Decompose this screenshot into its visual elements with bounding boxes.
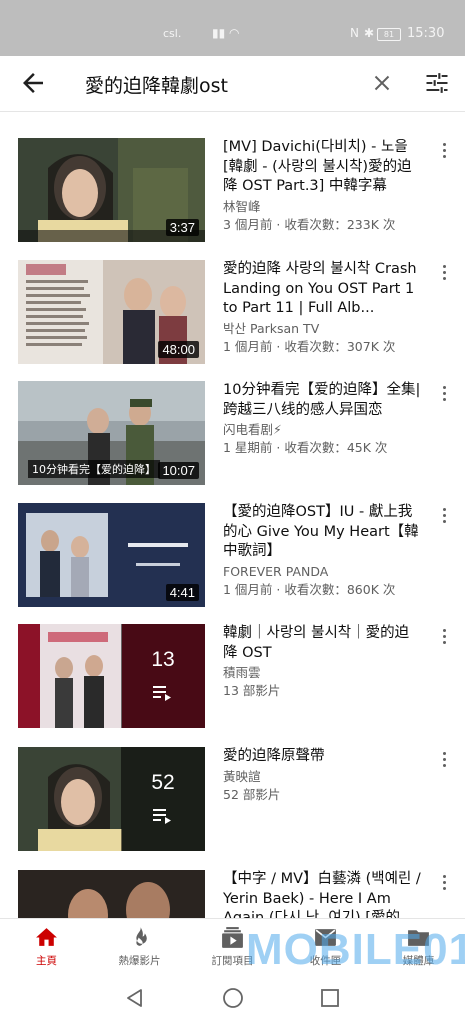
- flame-icon: [136, 927, 147, 946]
- video-result[interactable]: 3:37 [MV] Davichi(다비치) - 노을 [韓劇 - (사랑의 불…: [0, 138, 465, 250]
- playlist-icon: [153, 809, 171, 824]
- video-thumbnail[interactable]: 3:37: [18, 138, 205, 242]
- playlist-count-overlay: 13: [121, 624, 205, 728]
- channel-name[interactable]: 박산 Parksan TV: [223, 320, 423, 338]
- playlist-info: 韓劇｜사랑의 불시착｜愛的迫降 OST 積雨雲 13 部影片: [223, 624, 423, 700]
- video-meta: 1 星期前 · 收看次數：45K 次: [223, 440, 388, 455]
- triangle-back-icon: [127, 989, 142, 1007]
- playlist-count: 13: [151, 648, 175, 671]
- playlist-meta: 52 部影片: [223, 786, 281, 802]
- square-recents-icon: [321, 989, 339, 1007]
- more-options-button[interactable]: [437, 262, 451, 284]
- search-filters-button[interactable]: [423, 69, 451, 97]
- nav-label: 熱爆影片: [118, 955, 161, 967]
- video-duration: 10:07: [158, 462, 199, 479]
- video-title[interactable]: 10分钟看完【爱的迫降】全集|跨越三八线的感人异国恋: [223, 381, 423, 420]
- playlist-result[interactable]: 13 韓劇｜사랑의 불시착｜愛的迫降 OST 積雨雲 13 部影片: [0, 624, 465, 736]
- nav-trending[interactable]: 熱爆影片: [93, 919, 186, 973]
- video-result[interactable]: 48:00 愛的迫降 사랑의 불시착 Crash Landing on You …: [0, 260, 465, 372]
- video-result[interactable]: 【中字 / MV】白藝潾 (백예린 / Yerin Baek) - Here I…: [0, 870, 465, 918]
- channel-name[interactable]: 黃映諠: [223, 768, 423, 786]
- video-info: 【中字 / MV】白藝潾 (백예린 / Yerin Baek) - Here I…: [223, 870, 423, 918]
- back-button[interactable]: [18, 68, 48, 98]
- carrier-label: csl.: [163, 27, 182, 40]
- playlist-meta: 13 部影片: [223, 683, 281, 698]
- video-info: 愛的迫降 사랑의 불시착 Crash Landing on You OST Pa…: [223, 260, 423, 356]
- video-title[interactable]: [MV] Davichi(다비치) - 노을 [韓劇 - (사랑의 불시착)愛的…: [223, 138, 423, 197]
- bottom-navigation: 主頁 熱爆影片 訂閱項目 收件匣 媒體庫: [0, 918, 465, 973]
- search-header: 愛的迫降韓劇ost: [0, 56, 465, 112]
- playlist-result[interactable]: 52 愛的迫降原聲帶 黃映諠 52 部影片: [0, 747, 465, 859]
- wifi-icon: ◠: [229, 26, 240, 40]
- system-navigation-bar: [0, 972, 465, 1024]
- nav-subscriptions[interactable]: 訂閱項目: [186, 919, 279, 973]
- nav-library[interactable]: 媒體庫: [372, 919, 465, 973]
- video-duration: 48:00: [158, 341, 199, 358]
- clear-search-button[interactable]: [369, 70, 395, 96]
- playlist-thumbnail[interactable]: 52: [18, 747, 205, 851]
- playlist-count-overlay: 52: [121, 747, 205, 851]
- library-icon: [408, 930, 429, 946]
- nav-label: 訂閱項目: [211, 955, 254, 967]
- video-duration: 4:41: [165, 584, 199, 601]
- playlist-title[interactable]: 愛的迫降原聲帶: [223, 747, 423, 767]
- more-options-button[interactable]: [437, 140, 451, 162]
- video-thumbnail[interactable]: 48:00: [18, 260, 205, 364]
- video-meta: 3 個月前 · 收看次數：233K 次: [223, 216, 396, 232]
- search-query[interactable]: 愛的迫降韓劇ost: [85, 71, 228, 98]
- video-title[interactable]: 【愛的迫降OST】IU - 獻上我的心 Give You My Heart【韓中…: [223, 503, 423, 562]
- channel-name[interactable]: 林智峰: [223, 198, 423, 216]
- playlist-info: 愛的迫降原聲帶 黃映諠 52 部影片: [223, 747, 423, 804]
- inbox-icon: [315, 929, 336, 946]
- video-info: 10分钟看完【爱的迫降】全集|跨越三八线的感人异国恋 闪电看剧⚡ 1 星期前 ·…: [223, 381, 423, 457]
- video-info: 【愛的迫降OST】IU - 獻上我的心 Give You My Heart【韓中…: [223, 503, 423, 599]
- video-meta: 1 個月前 · 收看次數：307K 次: [223, 338, 396, 354]
- video-thumbnail[interactable]: [18, 870, 205, 918]
- nfc-icon: N: [350, 26, 359, 40]
- thumbnail-caption: 10分钟看完【爱的迫降】: [28, 460, 160, 478]
- video-thumbnail[interactable]: 4:41: [18, 503, 205, 607]
- more-options-button[interactable]: [437, 505, 451, 527]
- clock: 15:30: [407, 26, 445, 41]
- nav-label: 收件匣: [309, 955, 342, 967]
- thumbnail-image: [18, 870, 205, 918]
- bluetooth-icon: ✱: [364, 26, 375, 40]
- arrow-back-icon: [23, 73, 43, 93]
- system-recents-button[interactable]: [318, 986, 342, 1010]
- signal-icon: ▮▮: [212, 26, 226, 40]
- channel-name[interactable]: FOREVER PANDA: [223, 563, 423, 581]
- channel-name[interactable]: 積雨雲: [223, 664, 423, 682]
- video-thumbnail[interactable]: 10分钟看完【爱的迫降】 10:07: [18, 381, 205, 485]
- status-bar: csl. ▮▮ ◠ N ✱ 81 15:30: [0, 0, 465, 56]
- nav-inbox[interactable]: 收件匣: [279, 919, 372, 973]
- search-results: 3:37 [MV] Davichi(다비치) - 노을 [韓劇 - (사랑의 불…: [0, 112, 465, 918]
- video-info: [MV] Davichi(다비치) - 노을 [韓劇 - (사랑의 불시착)愛的…: [223, 138, 423, 234]
- home-icon: [36, 928, 57, 946]
- video-title[interactable]: 【中字 / MV】白藝潾 (백예린 / Yerin Baek) - Here I…: [223, 870, 423, 918]
- more-options-button[interactable]: [437, 872, 451, 894]
- system-back-button[interactable]: [123, 986, 147, 1010]
- more-options-button[interactable]: [437, 626, 451, 648]
- video-title[interactable]: 愛的迫降 사랑의 불시착 Crash Landing on You OST Pa…: [223, 260, 423, 319]
- battery-icon: 81: [377, 28, 401, 41]
- circle-home-icon: [223, 988, 243, 1008]
- video-result[interactable]: 4:41 【愛的迫降OST】IU - 獻上我的心 Give You My Hea…: [0, 503, 465, 615]
- playlist-title[interactable]: 韓劇｜사랑의 불시착｜愛的迫降 OST: [223, 624, 423, 663]
- video-meta: 1 個月前 · 收看次數：860K 次: [223, 581, 396, 597]
- nav-home[interactable]: 主頁: [0, 919, 93, 973]
- more-options-button[interactable]: [437, 749, 451, 771]
- nav-label: 媒體庫: [402, 955, 435, 967]
- video-result[interactable]: 10分钟看完【爱的迫降】 10:07 10分钟看完【爱的迫降】全集|跨越三八线的…: [0, 381, 465, 493]
- channel-name[interactable]: 闪电看剧⚡: [223, 421, 423, 439]
- playlist-thumbnail[interactable]: 13: [18, 624, 205, 728]
- close-icon: [374, 75, 390, 91]
- playlist-count: 52: [151, 771, 175, 794]
- nav-label: 主頁: [36, 955, 57, 967]
- system-home-button[interactable]: [221, 986, 245, 1010]
- playlist-icon: [153, 686, 171, 701]
- subscriptions-icon: [222, 927, 243, 948]
- more-options-button[interactable]: [437, 383, 451, 405]
- tune-icon: [426, 73, 448, 93]
- video-duration: 3:37: [165, 219, 199, 236]
